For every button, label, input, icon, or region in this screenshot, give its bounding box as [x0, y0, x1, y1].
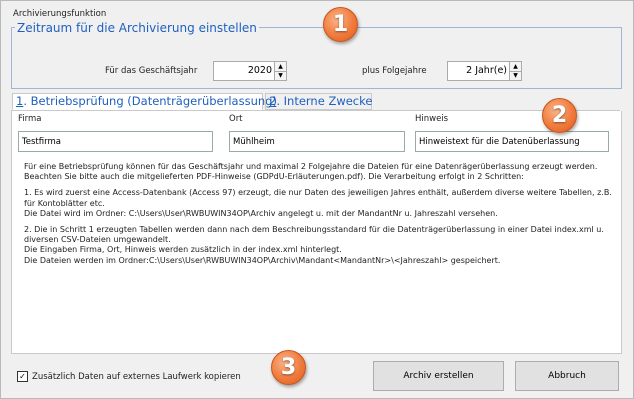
- external-drive-checkbox[interactable]: ✓: [17, 371, 28, 382]
- tab-interne-zwecke[interactable]: 2. Interne Zwecke: [265, 93, 372, 110]
- followup-years-value: 2 Jahr(e): [466, 65, 507, 76]
- description-text: Für eine Betriebsprüfung können für das …: [24, 162, 614, 272]
- ort-label: Ort: [229, 114, 243, 124]
- annotation-badge-2: 2: [542, 98, 577, 133]
- firma-label: Firma: [18, 114, 42, 124]
- description-step-1: 1. Es wird zuerst eine Access-Datenbank …: [24, 188, 612, 218]
- annotation-badge-3: 3: [271, 350, 306, 385]
- create-archive-button[interactable]: Archiv erstellen: [373, 361, 504, 391]
- annotation-badge-1: 1: [323, 7, 358, 42]
- fiscal-year-spinner[interactable]: 2020 ▲ ▼: [213, 61, 287, 81]
- followup-years-label: plus Folgejahre: [362, 66, 427, 76]
- period-group-legend: Zeitraum für die Archivierung einstellen: [15, 21, 259, 35]
- followup-years-spin-buttons[interactable]: ▲ ▼: [509, 62, 521, 80]
- period-group: [11, 27, 622, 89]
- followup-years-spinner[interactable]: 2 Jahr(e) ▲ ▼: [447, 61, 522, 81]
- fiscal-year-label: Für das Geschäftsjahr: [105, 66, 198, 76]
- tab-betriebspruefung[interactable]: 1. Betriebsprüfung (Datenträgerüberlassu…: [12, 93, 277, 110]
- fiscal-year-value: 2020: [247, 65, 272, 76]
- external-drive-checkbox-row[interactable]: ✓ Zusätzlich Daten auf externes Laufwerk…: [17, 371, 241, 382]
- ort-input[interactable]: Mühlheim: [229, 131, 405, 152]
- spin-down-icon[interactable]: ▼: [510, 71, 521, 80]
- hinweis-input[interactable]: Hinweistext für die Datenüberlassung: [415, 131, 609, 152]
- spin-down-icon[interactable]: ▼: [275, 71, 286, 80]
- firma-input[interactable]: Testfirma: [18, 131, 213, 152]
- cancel-button[interactable]: Abbruch: [515, 361, 619, 391]
- description-intro: Für eine Betriebsprüfung können für das …: [24, 162, 598, 182]
- fiscal-year-spin-buttons[interactable]: ▲ ▼: [274, 62, 286, 80]
- description-step-2: 2. Die in Schritt 1 erzeugten Tabellen w…: [24, 225, 604, 265]
- external-drive-checkbox-label: Zusätzlich Daten auf externes Laufwerk k…: [32, 371, 241, 382]
- window-title: Archivierungsfunktion: [13, 9, 107, 19]
- hinweis-label: Hinweis: [415, 114, 449, 124]
